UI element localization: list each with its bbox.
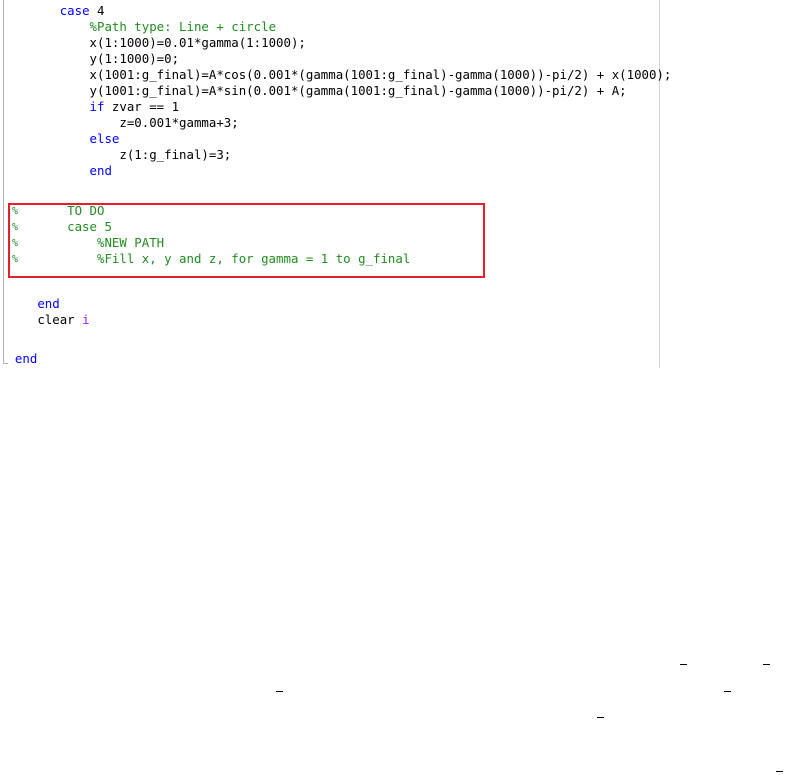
artifact-dash (276, 691, 283, 692)
right-margin-line (659, 0, 660, 368)
code-editor[interactable]: case 4 %Path type: Line + circle x(1:100… (0, 0, 671, 368)
variable: i (82, 312, 90, 327)
keyword: end (37, 296, 60, 311)
code-line-7: if zvar == 1 (89, 99, 180, 114)
code-line-5: x(1001:g_final)=A*cos(0.001*(gamma(1001:… (89, 67, 672, 82)
artifact-dash (776, 771, 783, 772)
artifact-dash (763, 664, 770, 665)
code-line-8: z=0.001*gamma+3; (119, 115, 239, 130)
code-line-10: z(1:g_final)=3; (119, 147, 232, 162)
code-line-20: end (0, 351, 37, 367)
keyword: end (14, 351, 38, 366)
code-line-18: clear i (37, 312, 90, 327)
keyword: case (59, 3, 90, 18)
code-line-3: x(1:1000)=0.01*gamma(1:1000); (89, 35, 306, 50)
code-line-17: end (0, 296, 60, 312)
artifact-dash (680, 664, 687, 665)
keyword: if (89, 99, 105, 114)
highlight-box (8, 203, 485, 278)
keyword: end (89, 163, 112, 178)
artifact-dash (597, 717, 604, 718)
keyword: else (89, 131, 120, 146)
comment: %Path type: Line + circle (89, 19, 277, 34)
code-line-1: case 4 (59, 3, 105, 18)
code-line-4: y(1:1000)=0; (89, 51, 180, 66)
artifact-dash (724, 691, 731, 692)
code-line-2: %Path type: Line + circle (0, 19, 277, 35)
code-line-6: y(1001:g_final)=A*sin(0.001*(gamma(1001:… (89, 83, 627, 98)
code-line-11: end (0, 163, 112, 179)
code-line-9: else (0, 131, 120, 147)
